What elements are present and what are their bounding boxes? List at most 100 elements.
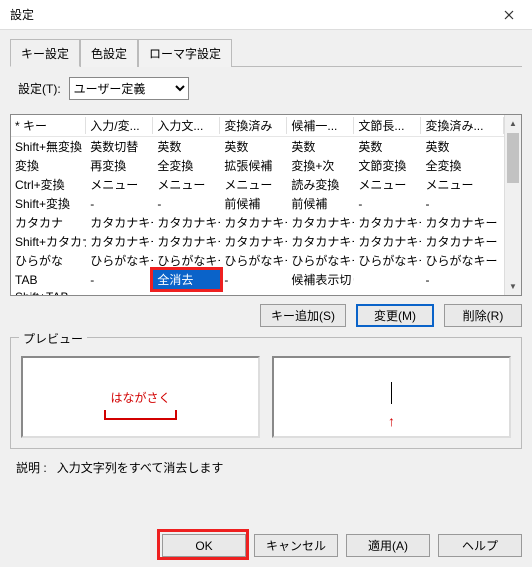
table-cell[interactable]: カタカナキー (86, 232, 153, 251)
cancel-button[interactable]: キャンセル (254, 534, 338, 557)
table-cell[interactable]: Ctrl+変換 (11, 175, 86, 194)
table-cell[interactable]: 英数 (220, 137, 287, 157)
settings-row: 設定(T): ユーザー定義 (18, 77, 522, 100)
table-cell[interactable]: - (354, 194, 421, 213)
settings-select[interactable]: ユーザー定義 (69, 77, 189, 100)
table-cell[interactable]: - (86, 270, 153, 289)
table-row[interactable]: Shift+無変換英数切替英数英数英数英数英数 (11, 137, 504, 157)
table-cell[interactable]: 英数 (421, 137, 504, 157)
titlebar: 設定 (0, 0, 532, 30)
table-row[interactable]: Ctrl+変換メニューメニューメニュー読み変換メニューメニュー (11, 175, 504, 194)
table-cell[interactable]: 英数 (153, 137, 220, 157)
table-cell[interactable]: 再変換 (86, 156, 153, 175)
table-cell[interactable]: - (153, 289, 220, 295)
table-cell[interactable]: ひらがなキー (287, 251, 354, 270)
table-cell[interactable]: 変換 (11, 156, 86, 175)
table-cell[interactable]: メニュー (153, 175, 220, 194)
table-cell[interactable]: カタカナキー (220, 213, 287, 232)
table-cell[interactable]: 前候補 (287, 194, 354, 213)
table-row[interactable]: Shift+TAB------ (11, 289, 504, 295)
col-candidate[interactable]: 候補一... (287, 115, 354, 137)
table-cell[interactable]: カタカナキー (287, 213, 354, 232)
help-button[interactable]: ヘルプ (438, 534, 522, 557)
dialog-buttons: OK キャンセル 適用(A) ヘルプ (10, 534, 522, 557)
table-cell[interactable]: 英数 (354, 137, 421, 157)
table-cell[interactable]: ひらがなキー (354, 251, 421, 270)
table-cell[interactable]: メニュー (354, 175, 421, 194)
table-cell[interactable]: カタカナキー (421, 232, 504, 251)
table-cell[interactable]: - (421, 194, 504, 213)
table-cell[interactable]: - (153, 194, 220, 213)
table-cell[interactable]: - (421, 270, 504, 289)
table-cell[interactable]: Shift+TAB (11, 289, 86, 295)
table-cell[interactable]: メニュー (86, 175, 153, 194)
table-scrollbar[interactable]: ▲ ▼ (504, 115, 521, 295)
table-cell[interactable]: Shift+カタカナ (11, 232, 86, 251)
table-cell[interactable]: - (220, 270, 287, 289)
preview-pane-right: ↑ (272, 356, 511, 438)
table-row[interactable]: Shift+カタカナカタカナキーカタカナキーカタカナキーカタカナキーカタカナキー… (11, 232, 504, 251)
table-cell[interactable]: カタカナ (11, 213, 86, 232)
tab-key-settings[interactable]: キー設定 (10, 39, 80, 67)
table-cell[interactable]: - (220, 289, 287, 295)
table-cell[interactable]: 英数 (287, 137, 354, 157)
table-row[interactable]: カタカナカタカナキーカタカナキーカタカナキーカタカナキーカタカナキーカタカナキー (11, 213, 504, 232)
table-cell[interactable]: Shift+変換 (11, 194, 86, 213)
table-cell[interactable]: カタカナキー (354, 232, 421, 251)
col-input-conv[interactable]: 入力/変... (86, 115, 153, 137)
table-cell[interactable]: 全変換 (421, 156, 504, 175)
table-cell[interactable]: Shift+無変換 (11, 137, 86, 157)
delete-button[interactable]: 削除(R) (444, 304, 522, 327)
table-cell[interactable]: カタカナキー (421, 213, 504, 232)
table-cell[interactable]: 英数切替 (86, 137, 153, 157)
table-cell[interactable]: - (86, 289, 153, 295)
table-cell[interactable]: 全消去 (153, 270, 220, 289)
table-row[interactable]: ひらがなひらがなキーひらがなキーひらがなキーひらがなキーひらがなキーひらがなキー (11, 251, 504, 270)
table-cell[interactable]: 文節変換 (354, 156, 421, 175)
table-cell[interactable]: カタカナキー (153, 213, 220, 232)
add-key-button[interactable]: キー追加(S) (260, 304, 346, 327)
table-cell[interactable] (354, 270, 421, 289)
table-cell[interactable]: 前候補 (220, 194, 287, 213)
ok-button[interactable]: OK (162, 534, 246, 557)
table-cell[interactable]: ひらがなキー (86, 251, 153, 270)
col-key[interactable]: * キー (11, 115, 86, 137)
table-cell[interactable]: カタカナキー (153, 232, 220, 251)
table-cell[interactable]: メニュー (220, 175, 287, 194)
tab-romaji-settings[interactable]: ローマ字設定 (138, 39, 232, 67)
table-cell[interactable]: 読み変換 (287, 175, 354, 194)
apply-button[interactable]: 適用(A) (346, 534, 430, 557)
table-row[interactable]: Shift+変換--前候補前候補-- (11, 194, 504, 213)
table-cell[interactable]: 拡張候補 (220, 156, 287, 175)
col-converted2[interactable]: 変換済み... (421, 115, 504, 137)
table-cell[interactable]: TAB (11, 270, 86, 289)
scroll-down-icon[interactable]: ▼ (505, 278, 521, 295)
table-cell[interactable]: ひらがなキー (421, 251, 504, 270)
table-cell[interactable]: カタカナキー (86, 213, 153, 232)
scroll-up-icon[interactable]: ▲ (505, 115, 521, 132)
table-cell[interactable]: カタカナキー (287, 232, 354, 251)
settings-label: 設定(T): (18, 80, 61, 97)
table-cell[interactable]: 候補表示切り- (287, 270, 354, 289)
table-cell[interactable]: メニュー (421, 175, 504, 194)
table-cell[interactable]: - (287, 289, 354, 295)
table-cell[interactable]: - (86, 194, 153, 213)
col-input-text[interactable]: 入力文... (153, 115, 220, 137)
table-row[interactable]: TAB-全消去-候補表示切り-- (11, 270, 504, 289)
table-cell[interactable]: 変換+次 (287, 156, 354, 175)
col-segment[interactable]: 文節長... (354, 115, 421, 137)
close-button[interactable] (486, 0, 532, 30)
col-converted[interactable]: 変換済み (220, 115, 287, 137)
tab-color-settings[interactable]: 色設定 (80, 39, 138, 67)
table-cell[interactable]: - (421, 289, 504, 295)
table-cell[interactable]: 全変換 (153, 156, 220, 175)
table-cell[interactable]: - (354, 289, 421, 295)
scroll-thumb[interactable] (507, 133, 519, 183)
table-cell[interactable]: ひらがなキー (153, 251, 220, 270)
table-row[interactable]: 変換再変換全変換拡張候補変換+次文節変換全変換 (11, 156, 504, 175)
table-cell[interactable]: ひらがなキー (220, 251, 287, 270)
table-cell[interactable]: カタカナキー (220, 232, 287, 251)
table-cell[interactable]: ひらがな (11, 251, 86, 270)
change-button[interactable]: 変更(M) (356, 304, 434, 327)
table-cell[interactable]: カタカナキー (354, 213, 421, 232)
